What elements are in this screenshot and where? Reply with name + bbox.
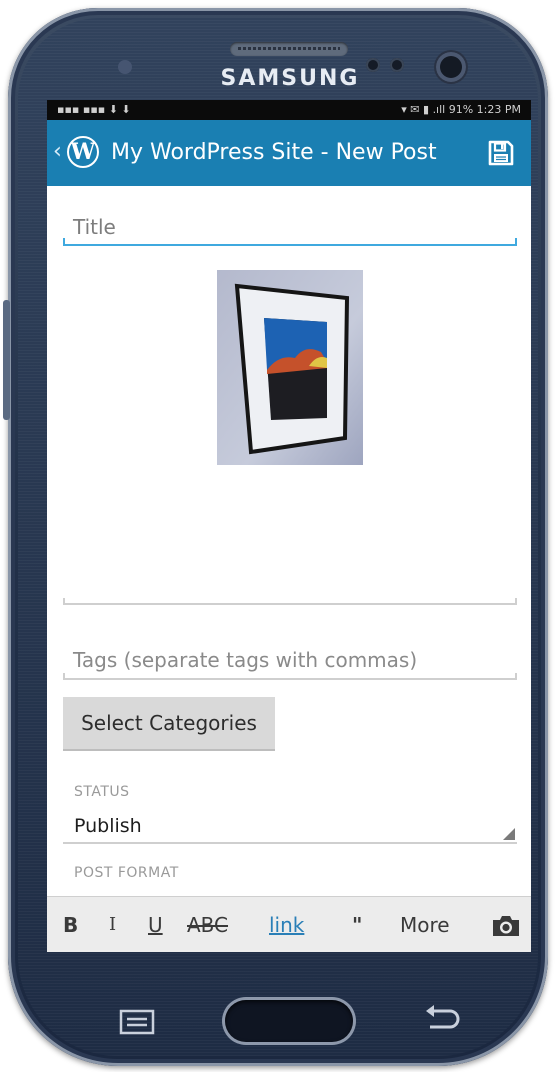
status-value: Publish: [74, 815, 142, 837]
notification-led: [118, 60, 132, 74]
bold-button[interactable]: B: [63, 897, 78, 952]
status-bar: ▪▪▪ ▪▪▪ ⬇ ⬇ ▾ ✉ ▮ .ıll 91% 1:23 PM: [47, 100, 531, 120]
action-bar-title: My WordPress Site - New Post: [111, 140, 437, 165]
tags-input[interactable]: Tags (separate tags with commas): [63, 644, 517, 680]
wordpress-logo-icon[interactable]: W: [67, 136, 99, 168]
front-camera: [436, 52, 466, 82]
post-title-input[interactable]: Title: [63, 212, 517, 246]
dropdown-triangle-icon: [503, 828, 515, 840]
floppy-disk-icon[interactable]: [487, 139, 515, 167]
camera-icon[interactable]: [491, 914, 521, 938]
more-button[interactable]: More: [400, 897, 450, 952]
screen: ▪▪▪ ▪▪▪ ⬇ ⬇ ▾ ✉ ▮ .ıll 91% 1:23 PM ‹ W M…: [47, 100, 531, 952]
home-button[interactable]: [225, 1000, 353, 1042]
italic-button[interactable]: I: [109, 897, 116, 952]
earpiece-speaker: [230, 42, 348, 56]
menu-key-icon[interactable]: [118, 1008, 156, 1036]
formatting-toolbar: B I U ABC link " More: [47, 896, 531, 952]
post-format-label: POST FORMAT: [74, 865, 179, 881]
underline-button[interactable]: U: [148, 897, 163, 952]
strikethrough-button[interactable]: ABC: [187, 897, 228, 952]
back-key-icon[interactable]: [420, 1002, 464, 1036]
device-brand: SAMSUNG: [220, 66, 360, 91]
action-bar: ‹ W My WordPress Site - New Post: [47, 120, 531, 186]
quote-button[interactable]: ": [352, 897, 362, 952]
volume-button: [3, 300, 10, 420]
status-label: STATUS: [74, 784, 130, 800]
status-bar-system: ▾ ✉ ▮ .ıll 91% 1:23 PM: [401, 103, 521, 116]
framed-artwork-image: [217, 270, 363, 465]
chevron-left-icon[interactable]: ‹: [53, 140, 62, 164]
select-categories-button[interactable]: Select Categories: [63, 697, 275, 751]
post-image[interactable]: [217, 270, 363, 465]
post-content-area[interactable]: [63, 598, 517, 605]
light-sensor: [390, 58, 404, 72]
status-spinner[interactable]: Publish: [63, 808, 517, 844]
link-button[interactable]: link: [269, 897, 304, 952]
proximity-sensor: [366, 58, 380, 72]
status-bar-notifications: ▪▪▪ ▪▪▪ ⬇ ⬇: [57, 103, 131, 116]
